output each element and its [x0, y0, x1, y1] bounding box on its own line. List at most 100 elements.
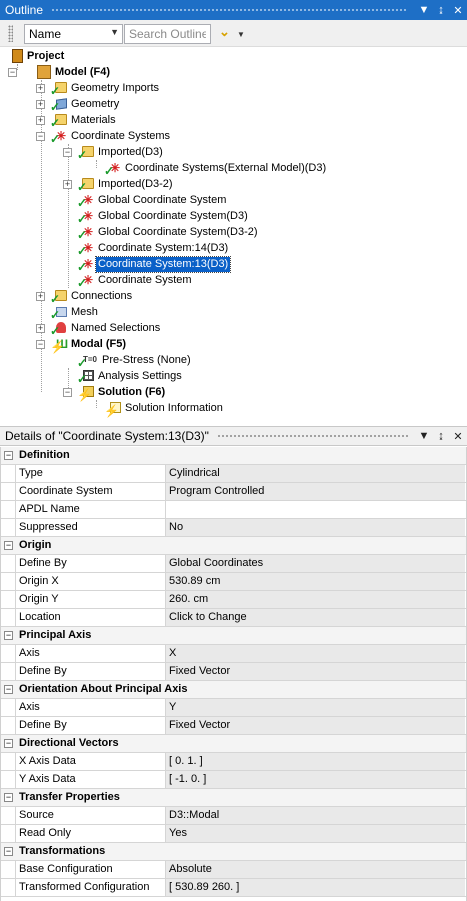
details-property-row[interactable]: Suppressed No [0, 519, 467, 537]
title-grip[interactable] [216, 433, 408, 439]
collapse-icon[interactable]: − [4, 847, 13, 856]
property-value[interactable]: Global Coordinates [165, 555, 465, 572]
collapse-icon[interactable]: − [4, 541, 13, 550]
details-property-row[interactable]: Define By Fixed Vector [0, 663, 467, 681]
tree-item-cs-14[interactable]: ✳ ✓ Coordinate System:14(D3) [77, 240, 230, 258]
details-property-row[interactable]: Location Click to Change [0, 609, 467, 627]
property-value[interactable]: Yes [165, 825, 465, 842]
close-icon[interactable]: ✕ [450, 430, 466, 443]
tree-item-cs-external-model[interactable]: ✳ ✓ Coordinate Systems(External Model)(D3… [104, 160, 328, 178]
expand-icon[interactable]: + [36, 84, 45, 93]
property-value[interactable]: Click to Change [165, 609, 465, 626]
tree-item-modal[interactable]: Ш ⚡ Modal (F5) [50, 336, 128, 354]
details-section-header[interactable]: − Origin [0, 537, 467, 555]
tree-item-global-cs[interactable]: ✳ ✓ Global Coordinate System [77, 192, 228, 210]
collapse-icon[interactable]: − [63, 148, 72, 157]
property-value[interactable]: Absolute [165, 861, 465, 878]
details-property-row[interactable]: Define By Fixed Vector [0, 717, 467, 735]
details-section-header[interactable]: − Definition [0, 447, 467, 465]
tree-item-cs[interactable]: ✳ ✓ Coordinate System [77, 272, 194, 290]
property-value[interactable]: Y [165, 699, 465, 716]
details-property-row[interactable]: Axis Y [0, 699, 467, 717]
collapse-icon[interactable]: − [4, 631, 13, 640]
title-grip[interactable] [51, 7, 408, 13]
details-property-row[interactable]: X Axis Data[ 0. 1. ] [0, 753, 467, 771]
tree-item-solution[interactable]: ⚡ Solution (F6) [77, 384, 167, 403]
collapse-icon[interactable]: − [4, 451, 13, 460]
details-property-row[interactable]: Source D3::Modal [0, 807, 467, 825]
tree-item-coordinate-systems[interactable]: ✳ ✓ Coordinate Systems [50, 128, 172, 146]
collapse-icon[interactable]: − [4, 685, 13, 694]
tree-item-connections[interactable]: ✓ Connections [50, 288, 134, 307]
property-value[interactable]: Fixed Vector [165, 717, 465, 734]
property-value[interactable]: Program Controlled [165, 483, 465, 500]
collapse-icon[interactable]: − [63, 388, 72, 397]
geometry-imports-icon: ✓ [50, 81, 67, 98]
tree-item-geometry[interactable]: ✓ Geometry [50, 96, 121, 115]
details-property-row[interactable]: Y Axis Data[ -1. 0. ] [0, 771, 467, 789]
toolbar-grip[interactable] [8, 25, 13, 42]
expand-icon[interactable]: + [36, 324, 45, 333]
collapse-icon[interactable]: − [36, 132, 45, 141]
details-property-row[interactable]: Read Only Yes [0, 825, 467, 843]
property-value[interactable]: D3::Modal [165, 807, 465, 824]
details-property-row[interactable]: Axis X [0, 645, 467, 663]
search-outline-input[interactable] [124, 24, 211, 44]
tree-item-global-cs-d3-2[interactable]: ✳ ✓ Global Coordinate System(D3-2) [77, 224, 260, 242]
expand-icon[interactable]: + [63, 180, 72, 189]
close-icon[interactable]: ✕ [450, 4, 466, 17]
property-value[interactable]: 530.89 cm [165, 573, 465, 590]
tree-item-materials[interactable]: ✓ Materials [50, 112, 118, 131]
property-value[interactable]: [ 0. 1. ] [165, 753, 465, 770]
tree-item-imported-d3[interactable]: ✓ Imported(D3) [77, 144, 165, 163]
details-property-row[interactable]: Origin Y 260. cm [0, 591, 467, 609]
property-value[interactable]: No [165, 519, 465, 536]
details-section-header[interactable]: − Directional Vectors [0, 735, 467, 753]
tree-item-cs-13[interactable]: ✳ ✓ Coordinate System:13(D3) [77, 255, 232, 274]
tree-item-project[interactable]: Project [12, 48, 66, 64]
details-property-row[interactable]: Transformed Configuration[ 530.89 260. ] [0, 879, 467, 897]
tree-item-imported-d3-2[interactable]: ✓ Imported(D3-2) [77, 176, 175, 195]
tree-item-analysis-settings[interactable]: ✓ Analysis Settings [77, 368, 184, 387]
details-property-row[interactable]: Base Configuration Absolute [0, 861, 467, 879]
tree-item-label: Coordinate Systems [71, 129, 171, 142]
filter-chevron-icon[interactable]: ⌄ [219, 24, 230, 40]
name-filter-select[interactable]: Name ▼ [24, 24, 123, 44]
solution-information-icon: ⚡ [104, 401, 121, 418]
tree-item-prestress[interactable]: T=0 ✓ Pre-Stress (None) [77, 352, 193, 371]
pin-icon[interactable]: ↨ [433, 4, 449, 16]
details-property-row[interactable]: Type Cylindrical [0, 465, 467, 483]
pane-menu-icon[interactable]: ▼ [416, 430, 432, 442]
collapse-icon[interactable]: − [36, 340, 45, 349]
details-section-header[interactable]: − Transformations [0, 843, 467, 861]
expand-icon[interactable]: + [36, 100, 45, 109]
property-value[interactable]: 260. cm [165, 591, 465, 608]
details-property-row[interactable]: Origin X 530.89 cm [0, 573, 467, 591]
property-value[interactable]: [ -1. 0. ] [165, 771, 465, 788]
tree-item-geometry-imports[interactable]: ✓ Geometry Imports [50, 80, 161, 99]
pin-icon[interactable]: ↨ [433, 430, 449, 442]
property-value[interactable]: Fixed Vector [165, 663, 465, 680]
pane-menu-icon[interactable]: ▼ [416, 4, 432, 16]
details-section-header[interactable]: − Transfer Properties [0, 789, 467, 807]
property-value[interactable]: [ 530.89 260. ] [165, 879, 465, 896]
details-section-header[interactable]: − Principal Axis [0, 627, 467, 645]
collapse-icon[interactable]: − [8, 68, 17, 77]
tree-item-global-cs-d3[interactable]: ✳ ✓ Global Coordinate System(D3) [77, 208, 250, 226]
filter-dropdown-icon[interactable]: ▼ [237, 30, 245, 39]
collapse-icon[interactable]: − [4, 739, 13, 748]
details-section-header[interactable]: − Orientation About Principal Axis [0, 681, 467, 699]
tree-item-model[interactable]: Model (F4) [37, 64, 112, 80]
details-property-row[interactable]: Coordinate System Program Controlled [0, 483, 467, 501]
expand-icon[interactable]: + [36, 116, 45, 125]
property-value[interactable]: X [165, 645, 465, 662]
details-property-row[interactable]: APDL Name [0, 501, 467, 519]
tree-item-solution-information[interactable]: ⚡ Solution Information [104, 400, 225, 419]
tree-item-named-selections[interactable]: ✓ Named Selections [50, 320, 162, 339]
details-property-row[interactable]: Define By Global Coordinates [0, 555, 467, 573]
property-value[interactable]: Cylindrical [165, 465, 465, 482]
collapse-icon[interactable]: − [4, 793, 13, 802]
expand-icon[interactable]: + [36, 292, 45, 301]
property-value[interactable] [165, 501, 465, 518]
tree-item-mesh[interactable]: ✓ Mesh [50, 304, 100, 323]
